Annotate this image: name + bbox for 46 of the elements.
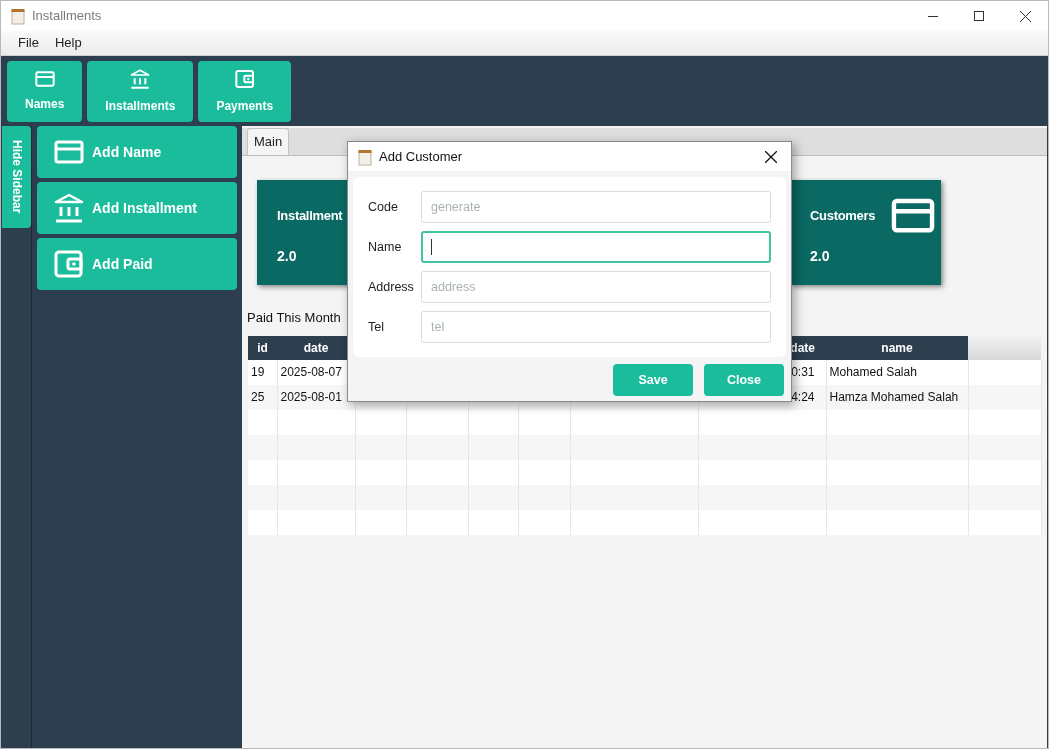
close-icon [765, 150, 777, 163]
input-field[interactable]: tel [421, 311, 771, 343]
table-cell: Hamza Mohamed Salah [826, 384, 968, 410]
field-label: Address [368, 278, 415, 296]
card-value: 2.0 [277, 246, 297, 266]
bank-icon [54, 193, 84, 223]
column-header[interactable]: name [826, 335, 968, 360]
section-title: Paid This Month [247, 309, 341, 327]
field-label: Code [368, 198, 399, 216]
notepad-icon [357, 148, 373, 166]
table-cell: 25 [248, 384, 277, 410]
wallet-icon [54, 249, 84, 279]
text-cursor [431, 239, 432, 255]
card-title: Customers [810, 207, 876, 225]
dialog-button[interactable]: Save [613, 364, 693, 396]
sidebar-button[interactable]: Add Installment [37, 182, 237, 234]
menu-item[interactable]: Help [46, 33, 90, 53]
field-label: Name [368, 238, 403, 256]
toolbar-button[interactable]: Installments [87, 61, 194, 122]
wallet-icon [234, 68, 255, 89]
close-icon [1019, 10, 1031, 22]
column-header[interactable]: id [248, 335, 277, 360]
card-title: Installment [277, 207, 343, 225]
tab[interactable]: Main [247, 127, 290, 155]
bank-icon [130, 68, 151, 89]
maximize-icon [974, 11, 984, 21]
card-icon [891, 198, 935, 234]
card-icon [54, 140, 84, 164]
window-title: Installments [32, 7, 102, 26]
sidebar-button[interactable]: Add Name [37, 126, 237, 178]
dialog-button[interactable]: Close [704, 364, 784, 396]
menu-item[interactable]: File [10, 33, 47, 53]
toolbar-button[interactable]: Names [7, 61, 83, 122]
sidebar-button[interactable]: Add Paid [37, 238, 237, 290]
table-cell: Mohamed Salah [826, 359, 968, 385]
input-field[interactable] [421, 231, 771, 263]
table-cell: 19 [248, 359, 277, 385]
card-value: 2.0 [810, 246, 830, 266]
notepad-icon [10, 8, 26, 26]
hide-sidebar-tab[interactable]: Hide Sidebar [2, 126, 31, 228]
input-field[interactable]: generate [421, 191, 771, 223]
field-label: Tel [368, 318, 385, 336]
input-field[interactable]: address [421, 271, 771, 303]
toolbar-button[interactable]: Payments [198, 61, 292, 122]
card-icon [34, 70, 55, 87]
dialog-title: Add Customer [379, 147, 463, 166]
